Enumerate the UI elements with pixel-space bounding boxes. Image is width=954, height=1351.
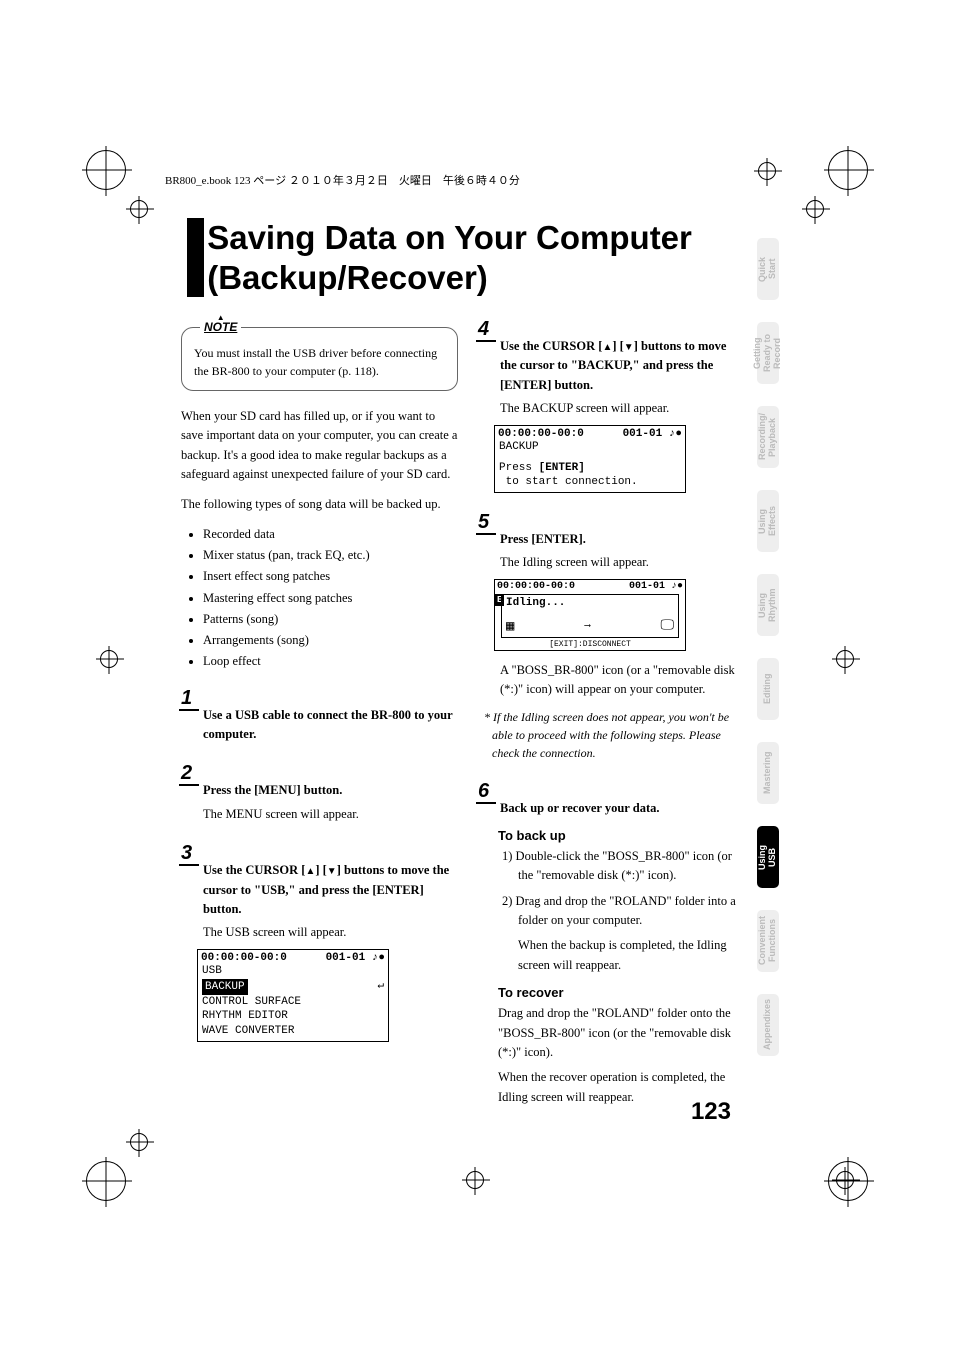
lcd-selected: BACKUP: [202, 979, 248, 995]
tab-effects[interactable]: Using Effects: [757, 490, 779, 552]
bullet-item: Insert effect song patches: [203, 566, 458, 587]
step-text: Use the CURSOR [▲] [▼] buttons to move t…: [181, 861, 458, 919]
book-header: BR800_e.book 123 ページ ２０１０年３月２日 火曜日 午後６時４…: [165, 172, 520, 188]
lcd-backup-screen: 00:00:00-00:0 001-01 ♪● BACKUP Press [EN…: [494, 425, 686, 494]
backup-bullets: Recorded data Mixer status (pan, track E…: [181, 524, 458, 673]
reg-mark-tl: [86, 150, 126, 190]
intro-text: When your SD card has filled up, or if y…: [181, 407, 458, 485]
lcd-title: USB: [199, 965, 387, 977]
br-icon: ▦: [506, 618, 514, 635]
step-1: 1 Use a USB cable to connect the BR-800 …: [181, 687, 458, 745]
step-num: 5: [478, 511, 489, 534]
step-sub: The MENU screen will appear.: [181, 805, 458, 824]
step-sub: The USB screen will appear.: [181, 923, 458, 942]
tab-appendixes[interactable]: Appendixes: [757, 994, 779, 1056]
lcd-bottom: [EXIT]:DISCONNECT: [495, 639, 685, 650]
reg-mark-mid: [130, 200, 148, 218]
title-bar: [187, 218, 204, 297]
reg-mark-left: [100, 650, 118, 668]
bullet-item: Recorded data: [203, 524, 458, 545]
page-number: 123: [691, 1098, 731, 1126]
backup-heading: To back up: [478, 828, 740, 843]
page-title-block: Saving Data on Your Computer (Backup/Rec…: [187, 218, 740, 297]
step-text: Use the CURSOR [▲] [▼] buttons to move t…: [478, 337, 740, 395]
lcd-item: CONTROL SURFACE: [202, 995, 384, 1009]
step-5: 5 Press [ENTER]. The Idling screen will …: [478, 511, 740, 762]
tab-getting-ready[interactable]: Getting Ready to Record: [757, 322, 779, 384]
reg-mark-bl: [86, 1161, 126, 1201]
note-text: You must install the USB driver before c…: [194, 346, 437, 378]
lcd-item: WAVE CONVERTER: [202, 1024, 384, 1038]
lcd-idling-screen: 00:00:00-00:0 001-01 ♪● E Idling... ▦ ⟶ …: [494, 579, 686, 651]
step-2: 2 Press the [MENU] button. The MENU scre…: [181, 762, 458, 824]
note-box: NOTE You must install the USB driver bef…: [181, 327, 458, 391]
down-triangle-icon: ▼: [624, 342, 634, 353]
step-3: 3 Use the CURSOR [▲] [▼] buttons to move…: [181, 842, 458, 1042]
tab-quick-start[interactable]: Quick Start: [757, 238, 779, 300]
tab-usb[interactable]: Using USB: [757, 826, 779, 888]
lcd-pos: 001-01 ♪●: [629, 581, 683, 592]
step-text: Press [ENTER].: [478, 530, 740, 549]
lcd-pos: 001-01 ♪●: [326, 952, 385, 964]
step-text: Back up or recover your data.: [478, 799, 740, 818]
bullet-item: Mastering effect song patches: [203, 588, 458, 609]
italic-footnote: * If the Idling screen does not appear, …: [478, 708, 740, 762]
right-column: 4 Use the CURSOR [▲] [▼] buttons to move…: [478, 318, 740, 1125]
lcd-line: Press [ENTER]: [499, 461, 681, 475]
tab-rhythm[interactable]: Using Rhythm: [757, 574, 779, 636]
lcd-time: 00:00:00-00:0: [498, 428, 584, 440]
lcd-time: 00:00:00-00:0: [201, 952, 287, 964]
step-text: Use a USB cable to connect the BR-800 to…: [181, 706, 458, 745]
bullet-item: Patterns (song): [203, 609, 458, 630]
step-6: 6 Back up or recover your data. To back …: [478, 780, 740, 1108]
reg-mark-bot: [466, 1171, 484, 1189]
tab-recording[interactable]: Recording/ Playback: [757, 406, 779, 468]
idling-text: Idling...: [506, 597, 674, 609]
reg-mark-mid2: [806, 200, 824, 218]
step-num: 4: [478, 318, 489, 341]
reg-mark-right: [836, 650, 854, 668]
side-tabs: Quick Start Getting Ready to Record Reco…: [757, 238, 779, 1056]
step-4: 4 Use the CURSOR [▲] [▼] buttons to move…: [478, 318, 740, 493]
bullet-item: Loop effect: [203, 651, 458, 672]
lcd-line: to start connection.: [499, 475, 681, 489]
reg-mark-tr: [828, 150, 868, 190]
note-label: NOTE: [200, 318, 241, 336]
step-after: A "BOSS_BR-800" icon (or a "removable di…: [478, 661, 740, 700]
reg-mark-top: [758, 162, 776, 180]
bullet-item: Mixer status (pan, track EQ, etc.): [203, 545, 458, 566]
step-sub: The BACKUP screen will appear.: [478, 399, 740, 418]
step-text: Press the [MENU] button.: [181, 781, 458, 800]
down-triangle-icon: ▼: [327, 866, 337, 877]
lcd-item: RHYTHM EDITOR: [202, 1009, 384, 1023]
backup-intro: The following types of song data will be…: [181, 495, 458, 514]
lcd-pos: 001-01 ♪●: [623, 428, 682, 440]
tab-editing[interactable]: Editing: [757, 658, 779, 720]
recover-text: Drag and drop the "ROLAND" folder onto t…: [478, 1004, 740, 1062]
reg-mark-mid3: [130, 1133, 148, 1151]
up-triangle-icon: ▲: [305, 866, 315, 877]
recover-heading: To recover: [478, 985, 740, 1000]
up-triangle-icon: ▲: [602, 342, 612, 353]
step-num: 3: [181, 842, 192, 865]
reg-mark-right2: [836, 1171, 854, 1189]
step-num: 1: [181, 687, 192, 710]
step-num: 6: [478, 780, 489, 803]
bullet-item: Arrangements (song): [203, 630, 458, 651]
list-item: 2) Drag and drop the "ROLAND" folder int…: [498, 892, 740, 931]
after-text: When the backup is completed, the Idling…: [498, 936, 740, 975]
lcd-usb-screen: 00:00:00-00:0 001-01 ♪● USB BACKUP↵ CONT…: [197, 949, 389, 1042]
lcd-title: BACKUP: [496, 441, 684, 453]
step-sub: The Idling screen will appear.: [478, 553, 740, 572]
tab-mastering[interactable]: Mastering: [757, 742, 779, 804]
tab-convenient[interactable]: Convenient Functions: [757, 910, 779, 972]
arrow-icon: ⟶: [585, 621, 590, 631]
list-item: 1) Double-click the "BOSS_BR-800" icon (…: [498, 847, 740, 886]
page-title: Saving Data on Your Computer (Backup/Rec…: [207, 218, 740, 297]
step-num: 2: [181, 762, 192, 785]
left-column: NOTE You must install the USB driver bef…: [181, 327, 458, 1060]
lcd-time: 00:00:00-00:0: [497, 581, 575, 592]
pc-icon: 🖵: [660, 618, 674, 634]
